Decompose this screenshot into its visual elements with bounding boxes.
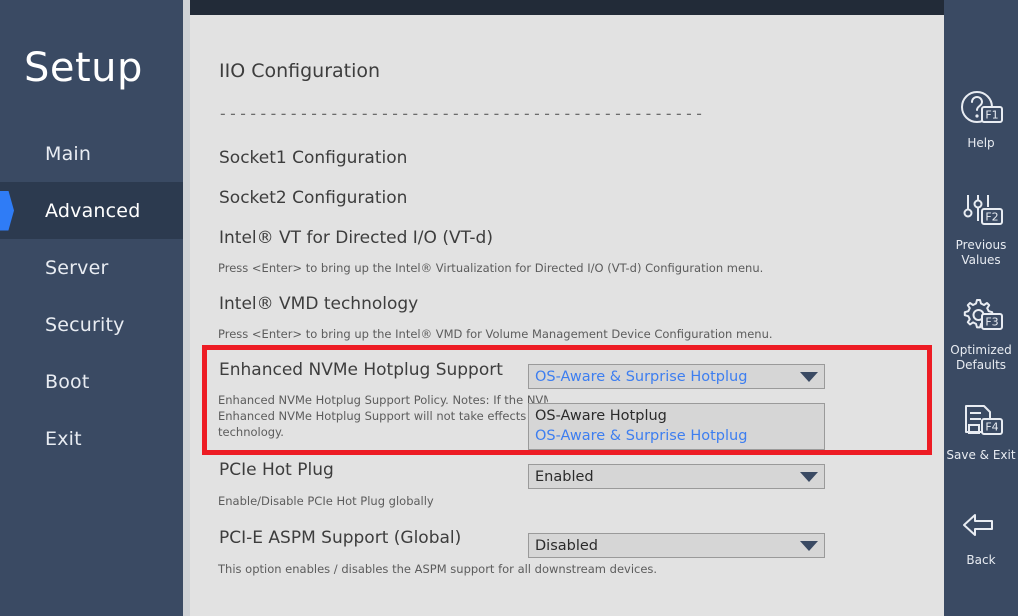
row-label: Socket2 Configuration (219, 188, 408, 208)
sidebar-item-label: Boot (45, 370, 90, 393)
help-question-icon: F1 (958, 88, 1004, 130)
sidebar-item-exit[interactable]: Exit (0, 410, 183, 467)
setup-title: Setup (24, 45, 143, 91)
sidebar-item-label: Server (45, 256, 109, 279)
select-value: Disabled (535, 537, 598, 554)
sidebar-item-boot[interactable]: Boot (0, 353, 183, 410)
save-disk-icon: F4 (958, 400, 1004, 442)
sidebar-item-label: Advanced (45, 199, 141, 222)
content-scrollbar[interactable] (183, 0, 190, 616)
enhanced-nvme-hotplug-option-list[interactable]: OS-Aware Hotplug OS-Aware & Surprise Hot… (528, 403, 825, 450)
sidebar: Setup Main Advanced Server Security Boot… (0, 0, 183, 616)
row-help-line2: Enhanced NVMe Hotplug Support will not t… (218, 409, 548, 423)
row-label: Socket1 Configuration (219, 148, 408, 168)
sidebar-item-main[interactable]: Main (0, 125, 183, 182)
back-arrow-icon (958, 505, 1004, 547)
function-key-caption: Optimized Defaults (950, 343, 1012, 372)
row-label: PCIe Hot Plug (219, 460, 334, 480)
row-help-text: Enable/Disable PCIe Hot Plug globally (218, 494, 434, 508)
sidebar-item-label: Exit (45, 427, 82, 450)
chevron-down-icon (800, 371, 818, 382)
function-key-back[interactable]: Back (944, 505, 1018, 568)
function-key-caption: Save & Exit (946, 448, 1016, 462)
function-key-optimized-defaults[interactable]: F3 Optimized Defaults (944, 295, 1018, 373)
row-label: Intel® VT for Directed I/O (VT-d) (219, 228, 493, 248)
pcie-hot-plug-select[interactable]: Enabled (528, 464, 825, 489)
function-key-caption: Previous Values (955, 238, 1007, 267)
sidebar-item-server[interactable]: Server (0, 239, 183, 296)
chevron-down-icon (800, 540, 818, 551)
row-help-text: Press <Enter> to bring up the Intel® Vir… (218, 261, 764, 275)
enhanced-nvme-hotplug-select[interactable]: OS-Aware & Surprise Hotplug (528, 364, 825, 389)
row-label: Enhanced NVMe Hotplug Support (219, 360, 503, 380)
svg-text:F1: F1 (985, 109, 998, 122)
row-help-text: Press <Enter> to bring up the Intel® VMD… (218, 327, 773, 341)
sidebar-item-label: Main (45, 142, 92, 165)
select-value: OS-Aware & Surprise Hotplug (535, 368, 748, 385)
option-item-selected[interactable]: OS-Aware & Surprise Hotplug (529, 426, 824, 446)
row-help-text: This option enables / disables the ASPM … (218, 562, 658, 576)
row-label: PCI-E ASPM Support (Global) (219, 528, 462, 548)
select-value: Enabled (535, 468, 594, 485)
svg-text:F4: F4 (985, 421, 998, 434)
section-divider: ----------------------------------------… (218, 104, 705, 123)
active-pointer-icon (0, 190, 14, 231)
sliders-icon: F2 (958, 190, 1004, 232)
row-help-line1: Enhanced NVMe Hotplug Support Policy. No… (218, 393, 548, 407)
svg-text:F3: F3 (985, 316, 998, 329)
gear-icon: F3 (958, 295, 1004, 337)
sidebar-item-advanced[interactable]: Advanced (0, 182, 183, 239)
function-key-help[interactable]: F1 Help (944, 88, 1018, 151)
sidebar-item-label: Security (45, 313, 125, 336)
content-area: IIO Configuration ----------------------… (190, 0, 944, 616)
function-key-save-exit[interactable]: F4 Save & Exit (944, 400, 1018, 463)
row-help-text: Enhanced NVMe Hotplug Support Policy. No… (218, 392, 548, 440)
option-item[interactable]: OS-Aware Hotplug (529, 406, 824, 426)
pcie-aspm-select[interactable]: Disabled (528, 533, 825, 558)
row-label: Intel® VMD technology (219, 294, 419, 314)
row-help-line3: technology. (218, 425, 284, 439)
function-key-panel: F1 Help F2 Previous Values F3 Optimized … (944, 0, 1018, 616)
function-key-caption: Back (966, 553, 996, 567)
sidebar-nav: Main Advanced Server Security Boot Exit (0, 125, 183, 467)
function-key-previous-values[interactable]: F2 Previous Values (944, 190, 1018, 268)
sidebar-item-security[interactable]: Security (0, 296, 183, 353)
function-key-caption: Help (967, 136, 995, 150)
svg-text:F2: F2 (985, 211, 998, 224)
chevron-down-icon (800, 471, 818, 482)
page-title: IIO Configuration (219, 60, 381, 82)
top-bar (190, 0, 944, 15)
